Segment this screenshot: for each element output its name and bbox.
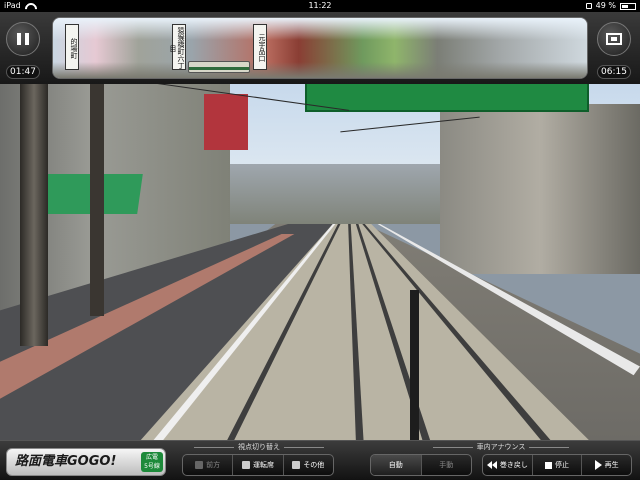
manual-announce-button[interactable]: 手動 — [422, 455, 472, 475]
video-view[interactable] — [0, 84, 640, 440]
stop-icon — [545, 461, 552, 469]
rewind-icon — [486, 461, 497, 469]
pause-button[interactable] — [6, 22, 40, 56]
announcement-playback-control: 巻き戻し 停止 再生 — [482, 454, 632, 476]
driver-view-button[interactable]: 運転席 — [233, 455, 284, 475]
shop-sign — [204, 94, 248, 150]
distant-buildings — [230, 164, 450, 224]
auto-announce-button[interactable]: 自動 — [371, 455, 422, 475]
remaining-time: 06:15 — [597, 65, 631, 79]
screen-mode-icon — [606, 33, 622, 45]
stop-label: 猿猴橋町六丁目 — [169, 24, 186, 70]
play-button[interactable]: 再生 — [582, 455, 631, 475]
announcement-label: 車内アナウンス — [370, 443, 632, 451]
line-badge-number: 5号線 — [144, 463, 160, 470]
elapsed-time: 01:47 — [6, 65, 40, 79]
app-logo: 路面電車GOGO! 広電 5号線 — [6, 448, 166, 476]
logo-text: 路面電車GOGO! — [15, 454, 117, 469]
stop-label: 的場町 — [65, 24, 79, 70]
view-switch-control: 前方 運転席 その他 — [182, 454, 334, 476]
status-bar: iPad 11:22 49 % — [0, 0, 640, 12]
clock: 11:22 — [308, 1, 332, 10]
announcement-mode-control: 自動 手動 — [370, 454, 472, 476]
other-view-icon — [292, 461, 301, 469]
line-badge-company: 広電 — [145, 454, 158, 461]
bottom-toolbar: 路面電車GOGO! 広電 5号線 視点切り替え 前方 運転席 その他 車内アナウ… — [0, 440, 640, 480]
camera-icon — [195, 461, 204, 469]
stop-button[interactable]: 停止 — [533, 455, 583, 475]
rewind-button[interactable]: 巻き戻し — [483, 455, 533, 475]
other-view-button[interactable]: その他 — [284, 455, 333, 475]
line-badge: 広電 5号線 — [141, 452, 163, 472]
battery-icon — [620, 2, 636, 10]
top-panel: 01:47 的場町 猿猴橋町六丁目 元宇品口 06:15 — [0, 12, 640, 84]
right-buildings — [440, 104, 640, 274]
view-switch-label: 視点切り替え — [182, 443, 336, 451]
utility-pole — [20, 84, 48, 346]
battery-percent: 49 % — [595, 1, 616, 10]
pause-icon — [15, 33, 31, 45]
route-progress-strip[interactable]: 的場町 猿猴橋町六丁目 元宇品口 — [52, 17, 588, 79]
utility-pole — [90, 84, 104, 316]
driver-icon — [241, 461, 250, 469]
track-marker-post — [410, 290, 419, 440]
rotation-lock-icon — [585, 3, 592, 9]
overhead-sign — [305, 84, 589, 112]
tram-position-marker — [188, 61, 250, 73]
front-view-button[interactable]: 前方 — [183, 455, 234, 475]
screen-mode-button[interactable] — [597, 22, 631, 56]
stop-label: 元宇品口 — [253, 24, 267, 70]
play-icon — [594, 460, 602, 470]
